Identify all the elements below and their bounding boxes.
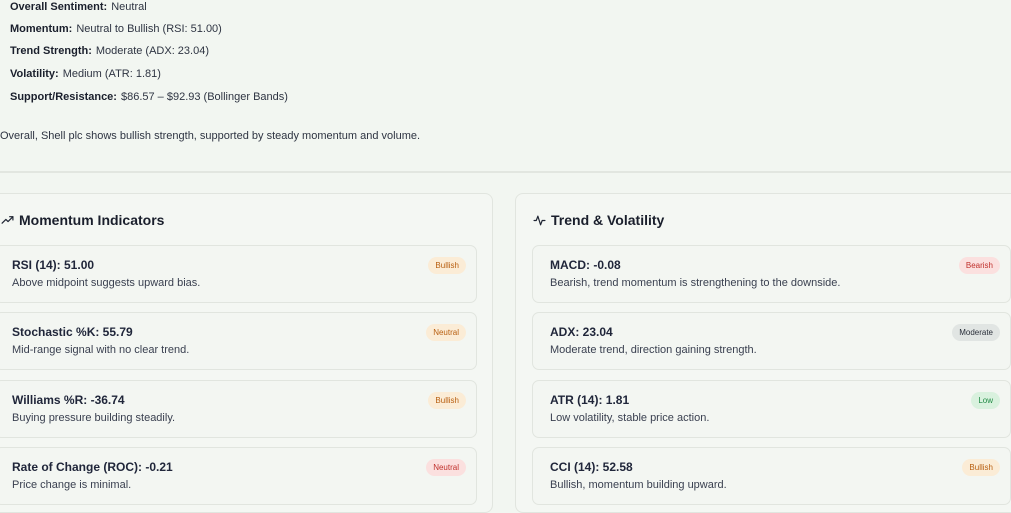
indicator-description: Above midpoint suggests upward bias.	[12, 277, 201, 289]
signal-badge: Bearish	[958, 257, 1000, 274]
indicator-description: Price change is minimal.	[12, 479, 132, 491]
summary-value: Neutral to Bullish (RSI: 51.00)	[76, 23, 222, 35]
summary-label: Overall Sentiment:	[10, 1, 108, 13]
indicator-card-atr: ATR (14): 1.81 Low volatility, stable pr…	[532, 380, 1011, 438]
indicator-card-roc: Rate of Change (ROC): -0.21 Price change…	[0, 447, 477, 505]
summary-label: Support/Resistance:	[10, 91, 117, 103]
indicator-card-rsi: RSI (14): 51.00 Above midpoint suggests …	[0, 245, 477, 303]
indicator-card-macd: MACD: -0.08 Bearish, trend momentum is s…	[532, 245, 1011, 303]
summary-value: Moderate (ADX: 23.04)	[95, 45, 210, 57]
indicator-description: Buying pressure building steadily.	[12, 412, 176, 424]
panel-header: Trend & Volatility	[533, 212, 664, 228]
summary-line-volatility: Volatility: Medium (ATR: 1.81)	[10, 67, 161, 81]
signal-badge: Bullish	[962, 459, 1000, 476]
summary-line-overall-sentiment: Overall Sentiment: Neutral	[10, 0, 147, 14]
signal-badge: Neutral	[426, 324, 466, 341]
panel-header: Momentum Indicators	[1, 212, 164, 228]
indicator-description: Bullish, momentum building upward.	[550, 479, 727, 491]
sentiment-summary: Overall Sentiment: Neutral Momentum: Neutr…	[0, 0, 1011, 172]
signal-badge: Bullish	[428, 257, 466, 274]
indicator-description: Mid-range signal with no clear trend.	[12, 344, 190, 356]
indicator-card-williams-r: Williams %R: -36.74 Buying pressure buil…	[0, 380, 477, 438]
indicator-title: Stochastic %K: 55.79	[12, 325, 133, 339]
section-divider	[0, 171, 1011, 173]
signal-badge: Neutral	[426, 459, 466, 476]
summary-value: Medium (ATR: 1.81)	[62, 68, 161, 80]
summary-line-trend-strength: Trend Strength: Moderate (ADX: 23.04)	[10, 44, 209, 58]
indicator-title: ATR (14): 1.81	[550, 393, 630, 407]
summary-label: Volatility:	[10, 68, 59, 80]
signal-badge: Bullish	[428, 392, 466, 409]
trending-up-icon	[1, 215, 14, 224]
activity-pulse-icon	[533, 215, 546, 225]
summary-value: $86.57 – $92.93 (Bollinger Bands)	[120, 91, 288, 103]
indicator-title: Williams %R: -36.74	[12, 393, 125, 407]
summary-line-momentum: Momentum: Neutral to Bullish (RSI: 51.00)	[10, 22, 222, 36]
panel-title: Momentum Indicators	[19, 212, 165, 228]
indicator-description: Low volatility, stable price action.	[550, 412, 710, 424]
signal-badge: Low	[971, 392, 1000, 409]
indicator-title: ADX: 23.04	[550, 325, 613, 339]
indicator-card-stochastic: Stochastic %K: 55.79 Mid-range signal wi…	[0, 312, 477, 370]
summary-label: Trend Strength:	[10, 45, 92, 57]
indicator-title: MACD: -0.08	[550, 258, 621, 272]
panel-title: Trend & Volatility	[551, 212, 665, 228]
indicator-title: CCI (14): 52.58	[550, 460, 633, 474]
summary-label: Momentum:	[10, 23, 73, 35]
trend-volatility-panel: Trend & Volatility MACD: -0.08 Bearish, …	[515, 193, 1011, 513]
indicator-title: Rate of Change (ROC): -0.21	[12, 460, 173, 474]
indicator-card-cci: CCI (14): 52.58 Bullish, momentum buildi…	[532, 447, 1011, 505]
indicator-title: RSI (14): 51.00	[12, 258, 95, 272]
summary-line-support-resistance: Support/Resistance: $86.57 – $92.93 (Boll…	[10, 90, 288, 104]
indicator-card-adx: ADX: 23.04 Moderate trend, direction gai…	[532, 312, 1011, 370]
summary-value: Neutral	[111, 1, 147, 13]
signal-badge: Moderate	[952, 324, 1000, 341]
indicator-description: Bearish, trend momentum is strengthening…	[550, 277, 841, 289]
momentum-indicators-panel: Momentum Indicators RSI (14): 51.00 Abov…	[0, 193, 493, 513]
indicator-description: Moderate trend, direction gaining streng…	[550, 344, 757, 356]
summary-conclusion: Overall, Shell plc shows bullish strengt…	[0, 130, 421, 142]
